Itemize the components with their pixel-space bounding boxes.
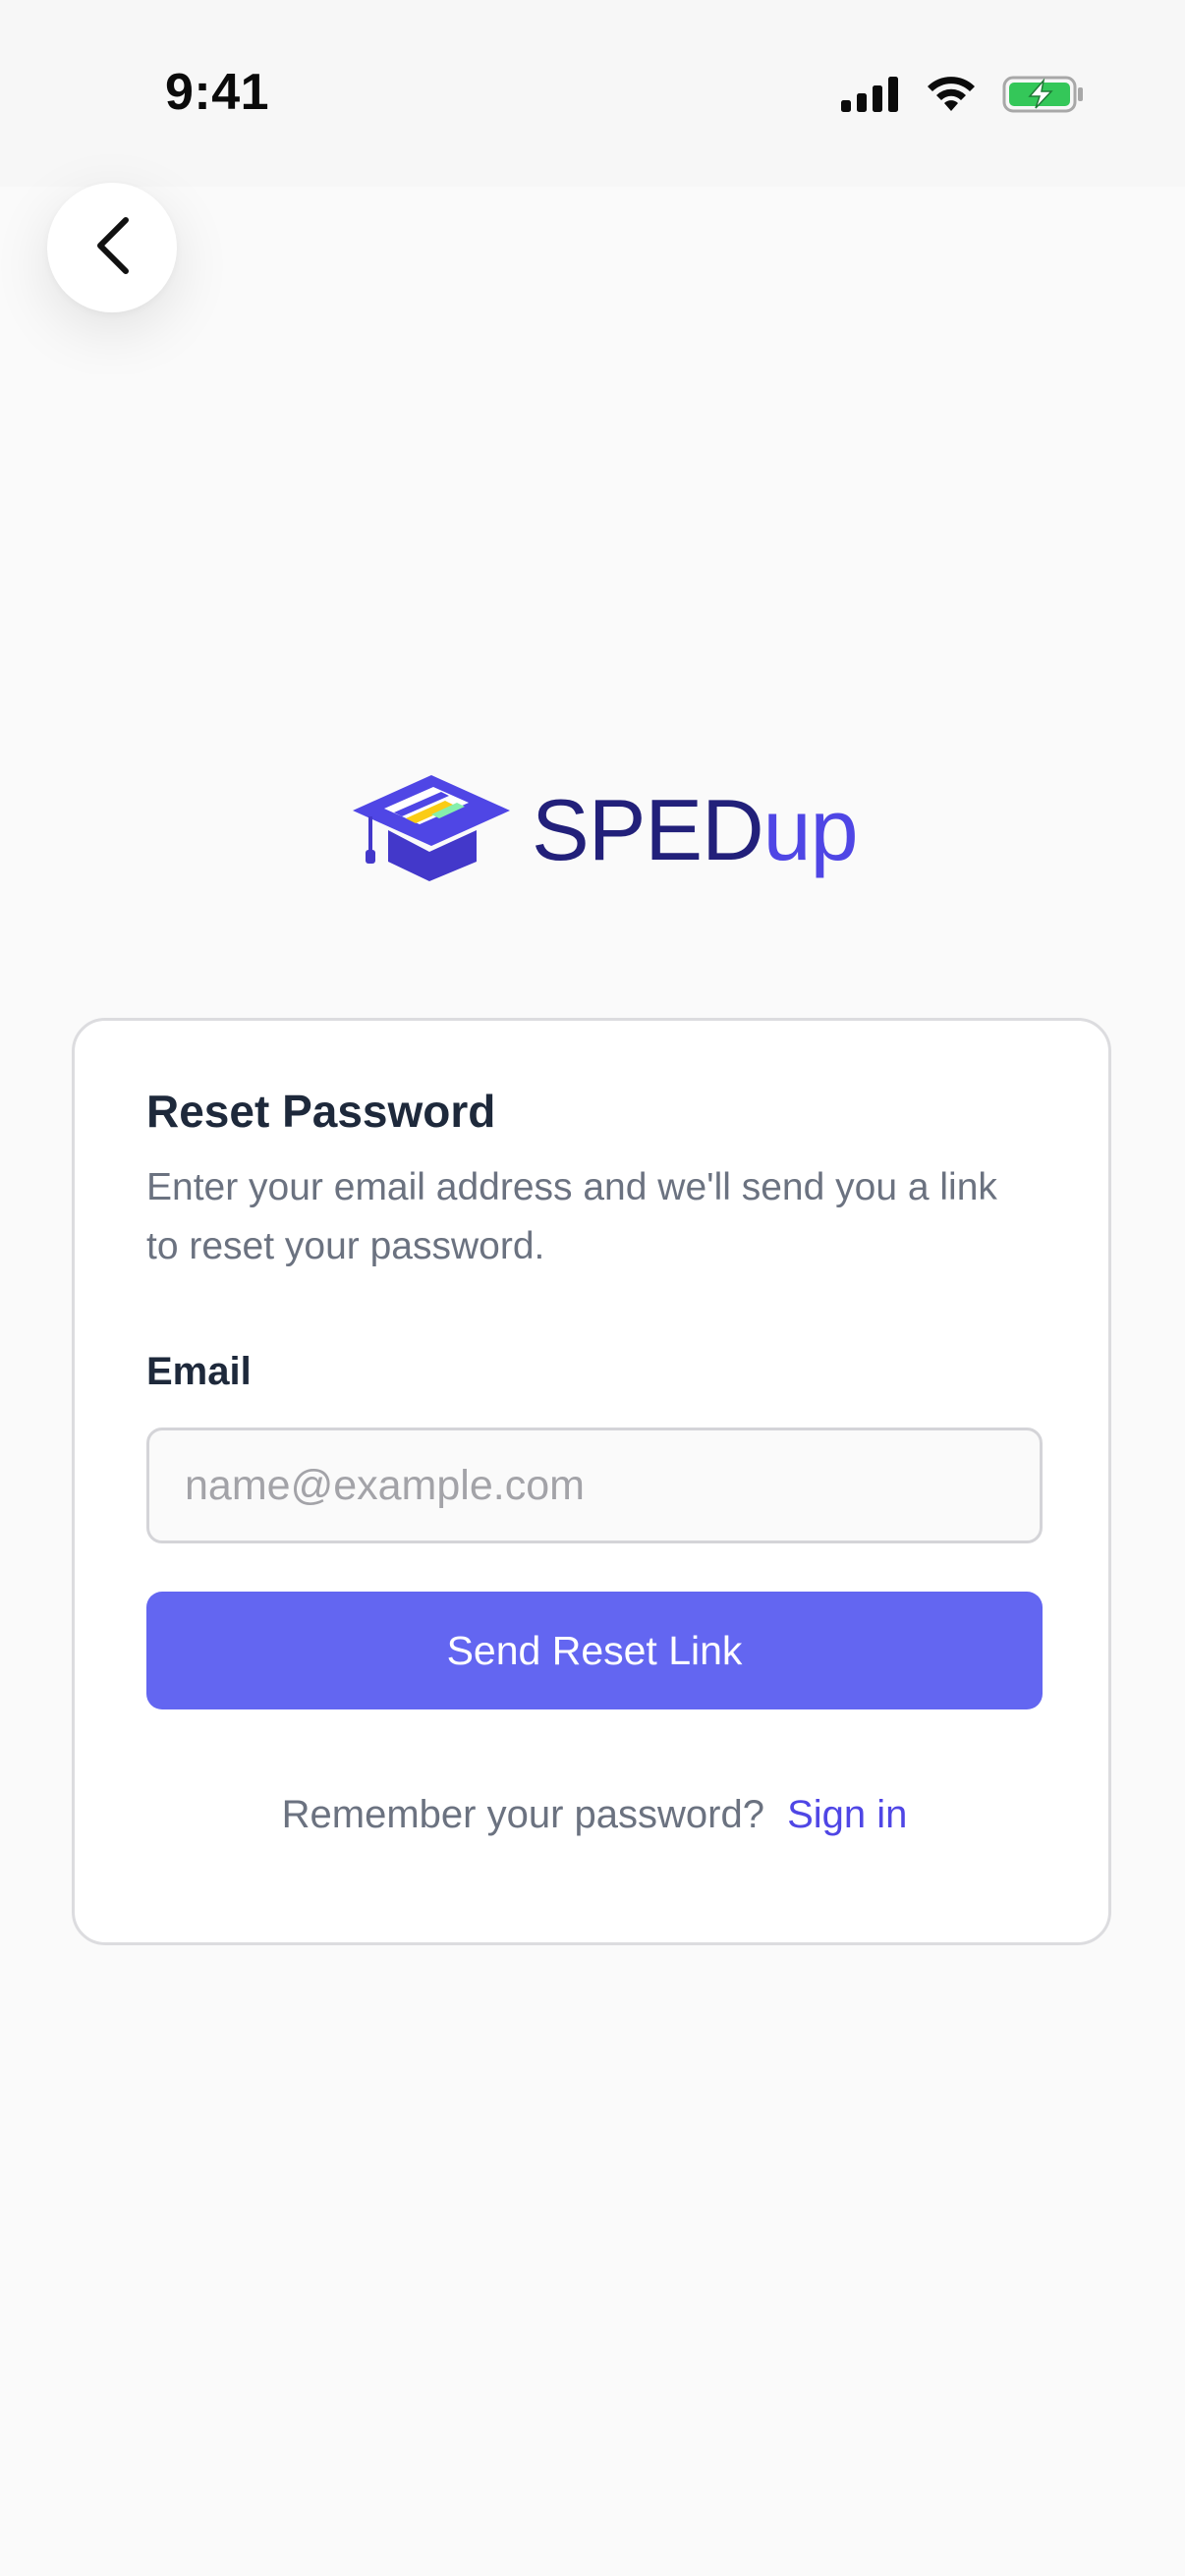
- logo-text-sped: SPED: [532, 780, 764, 878]
- logo-text-up: up: [762, 780, 859, 878]
- reset-password-card: Reset Password Enter your email address …: [72, 1018, 1111, 1945]
- logo-wordmark: SPEDup: [532, 786, 859, 873]
- battery-charging-icon: [1002, 75, 1085, 119]
- graduation-cap-icon: [351, 771, 514, 888]
- signin-link[interactable]: Sign in: [787, 1793, 907, 1836]
- card-title: Reset Password: [146, 1086, 496, 1137]
- signin-prompt: Remember your password?: [281, 1793, 764, 1836]
- status-time: 9:41: [165, 64, 270, 121]
- status-bar: 9:41: [0, 0, 1185, 187]
- signin-row: Remember your password? Sign in: [75, 1793, 1114, 1837]
- chevron-left-icon: [90, 214, 134, 282]
- status-icons: [841, 75, 1085, 119]
- email-field[interactable]: [146, 1428, 1043, 1543]
- app-logo: SPEDup: [351, 771, 859, 888]
- card-description: Enter your email address and we'll send …: [146, 1166, 997, 1267]
- wifi-icon: [926, 76, 977, 118]
- cellular-signal-icon: [841, 77, 900, 117]
- back-button[interactable]: [47, 183, 177, 312]
- email-label: Email: [146, 1350, 252, 1393]
- send-reset-link-button[interactable]: Send Reset Link: [146, 1592, 1043, 1709]
